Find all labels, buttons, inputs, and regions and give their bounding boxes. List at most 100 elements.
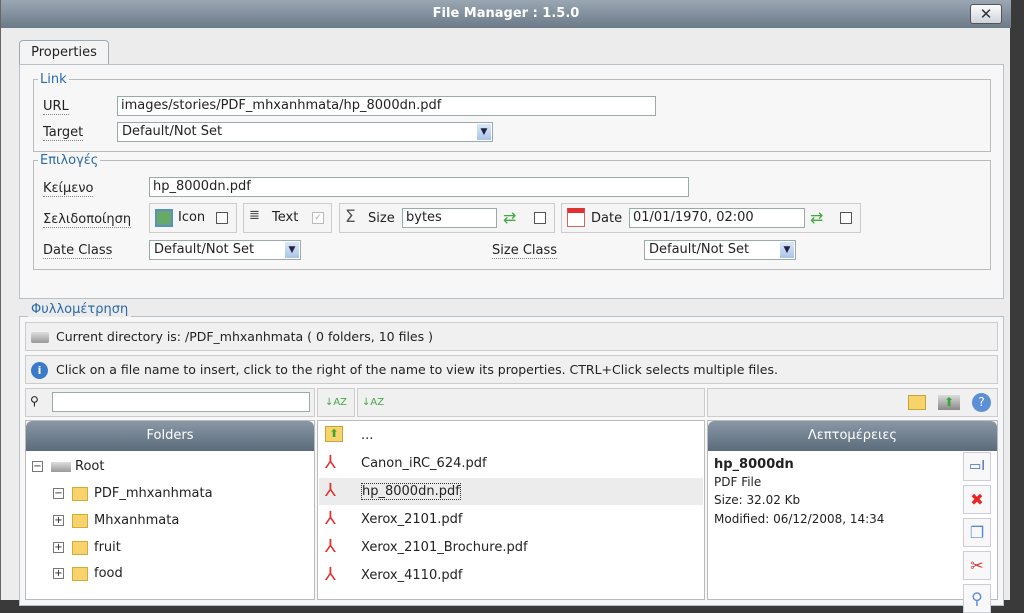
file-item-selected[interactable]: ⅄ hp_8000dn.pdf [319,478,703,505]
folder-food[interactable]: + food [53,566,123,582]
refresh-icon[interactable]: ⇄ [810,208,823,227]
chevron-down-icon: ▼ [780,242,794,258]
details-modified: Modified: 06/12/2008, 14:34 [714,512,885,526]
file-item[interactable]: ⅄ Canon_iRC_624.pdf [319,450,703,477]
file-toolbar: ↓AZ [357,388,705,417]
browser-legend: Φυλλομέτρηση [28,302,132,317]
delete-icon[interactable]: ✖ [963,485,991,514]
date-format-input[interactable]: 01/01/1970, 02:00 [629,208,805,228]
drive-icon [51,461,71,472]
folder-label: Mhxanhmata [94,513,180,528]
folder-open-icon [72,486,88,501]
text-checkbox[interactable]: ✓ [312,212,324,224]
text-format-icon: ≣ [249,208,260,223]
expand-icon[interactable]: + [53,515,64,526]
file-name: Xerox_2101_Brochure.pdf [361,540,528,555]
pdf-icon: ⅄ [325,536,336,557]
folder-fruit[interactable]: + fruit [53,540,121,556]
date-option-label: Date [591,211,623,226]
help-icon[interactable]: ? [972,393,991,412]
info-icon: i [31,362,48,379]
url-label: URL [43,99,69,115]
file-name: Xerox_2101.pdf [361,512,463,527]
image-icon [155,209,173,227]
folder-icon [72,513,88,528]
preview-icon[interactable]: ⚲ [963,584,991,613]
text-label: Κείμενο [43,181,94,197]
info-text: Click on a file name to insert, click to… [56,362,778,377]
folder-pdf-mhxanhmata[interactable]: − PDF_mhxanhmata [53,486,213,502]
icon-option-label: Icon [178,210,206,225]
text-option-label: Text [272,210,299,225]
file-item[interactable]: ⅄ Xerox_2101.pdf [319,506,703,533]
folders-panel: Folders − Root − PDF_mhxanhmata + Mhxanhmat… [25,420,315,600]
tab-properties[interactable]: Properties [19,40,109,65]
folder-label: fruit [94,540,121,555]
details-panel: Λεπτομέρειες hp_8000dn PDF File Size: 32… [707,420,998,600]
pdf-icon: ⅄ [325,508,336,529]
size-format-input[interactable]: bytes [402,208,497,228]
copy-icon[interactable]: ❐ [963,518,991,547]
size-class-value: Default/Not Set [649,242,750,257]
expand-icon[interactable]: + [53,542,64,553]
chevron-down-icon: ▼ [285,242,299,258]
upload-icon[interactable]: ⬆ [938,395,960,410]
file-name: Xerox_4110.pdf [361,568,463,583]
new-folder-icon[interactable] [908,395,926,410]
text-input[interactable]: hp_8000dn.pdf [149,177,689,197]
binoculars-icon: ⚲ [30,394,39,408]
rename-icon[interactable]: ▭I [963,452,991,481]
sort-files-icon[interactable]: ↓AZ [362,397,384,408]
details-header: Λεπτομέρειες [708,421,997,451]
current-directory-text: Current directory is: /PDF_mhxanhmata ( … [56,329,433,344]
paging-label: Σελιδοποίηση [43,212,132,228]
file-manager-window: File Manager : 1.5.0 ✕ Properties Link U… [0,0,1011,613]
date-option: Date 01/01/1970, 02:00 ⇄ [561,203,861,233]
file-item[interactable]: ⅄ Xerox_4110.pdf [319,562,703,589]
target-select[interactable]: Default/Not Set ▼ [117,122,493,142]
collapse-icon[interactable]: − [32,461,43,472]
url-input[interactable]: images/stories/PDF_mhxanhmata/hp_8000dn.… [117,96,656,116]
cut-icon[interactable]: ✂ [963,551,991,580]
size-option: Σ Size bytes ⇄ [339,203,555,233]
chevron-down-icon: ▼ [477,124,491,140]
size-option-label: Size [368,211,395,226]
size-class-select[interactable]: Default/Not Set ▼ [644,240,796,260]
link-legend: Link [40,72,67,87]
size-checkbox[interactable] [534,212,546,224]
file-name: ... [361,428,374,443]
file-name: Canon_iRC_624.pdf [361,456,487,471]
icon-option: Icon [149,203,237,233]
options-legend: Επιλογές [40,153,99,168]
target-value: Default/Not Set [122,124,223,139]
close-button[interactable]: ✕ [970,4,1002,24]
expand-icon[interactable]: + [53,568,64,579]
collapse-icon[interactable]: − [53,488,64,499]
date-class-label: Date Class [43,243,113,259]
folder-label: food [94,566,123,581]
sigma-icon: Σ [345,207,356,227]
drive-icon [31,332,49,343]
refresh-icon[interactable]: ⇄ [503,208,516,227]
details-name: hp_8000dn [714,457,794,472]
folder-root[interactable]: − Root [32,459,104,475]
icon-checkbox[interactable] [216,212,228,224]
date-checkbox[interactable] [840,212,852,224]
date-class-select[interactable]: Default/Not Set ▼ [149,240,301,260]
folder-up-icon: ⬆ [325,426,343,442]
details-size: Size: 32.02 Kb [714,493,801,507]
sort-folders-icon[interactable]: ↓AZ [317,388,355,417]
folder-mhxanhmata[interactable]: + Mhxanhmata [53,513,179,529]
calendar-icon [567,208,585,227]
date-class-value: Default/Not Set [154,242,255,257]
size-class-label: Size Class [492,243,558,259]
folder-icon [72,566,88,581]
pdf-icon: ⅄ [325,564,336,585]
current-directory-bar: Current directory is: /PDF_mhxanhmata ( … [25,322,998,351]
file-item[interactable]: ⅄ Xerox_2101_Brochure.pdf [319,534,703,561]
search-input[interactable] [52,392,310,412]
pdf-icon: ⅄ [325,452,336,473]
file-name: hp_8000dn.pdf [361,483,461,500]
parent-directory-item[interactable]: ⬆... [319,422,703,449]
info-bar: i Click on a file name to insert, click … [25,355,998,384]
